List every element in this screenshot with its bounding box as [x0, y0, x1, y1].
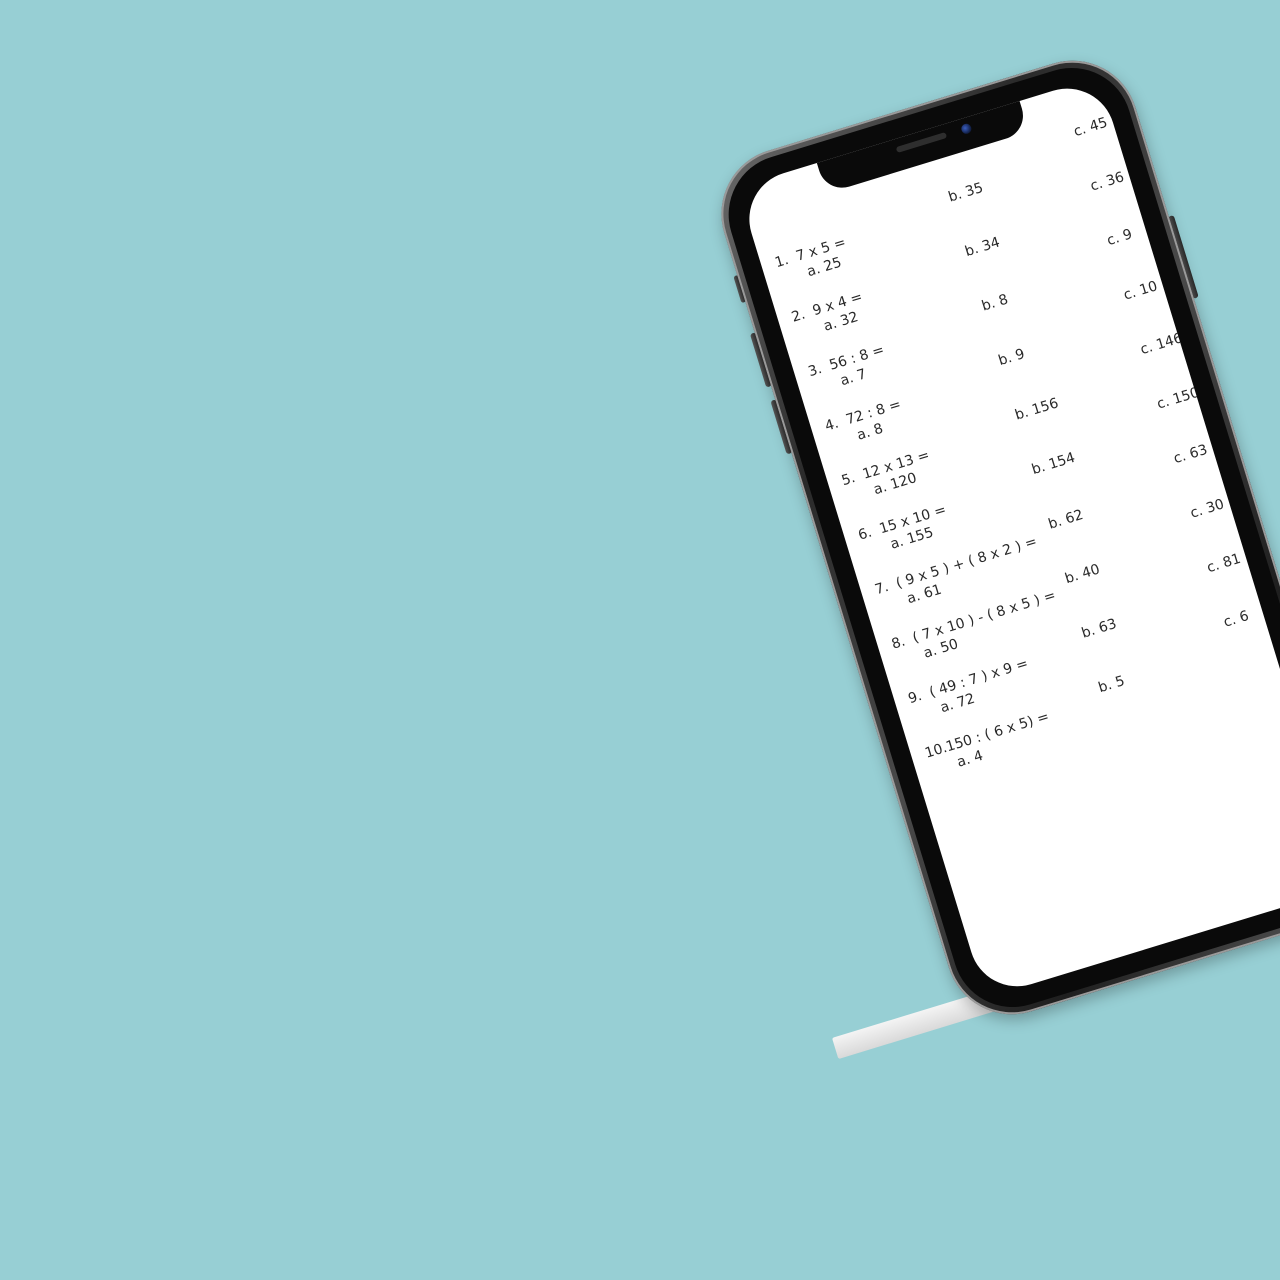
option-c: c. 45 — [1071, 114, 1110, 141]
speaker-icon — [895, 132, 948, 153]
question-number: 4. — [823, 415, 841, 435]
option-b: b. 35 — [946, 179, 986, 206]
question-number: 7. — [873, 578, 891, 599]
math-quiz: 1. 7 x 5 = a. 25 b. 35 c. 45 2. 9 x 4 = … — [771, 115, 1280, 795]
phone-screen: 1. 7 x 5 = a. 25 b. 35 c. 45 2. 9 x 4 = … — [737, 76, 1280, 999]
question-number: 1. — [773, 251, 791, 272]
question-number: 8. — [889, 633, 908, 653]
question-number: 6. — [856, 524, 874, 544]
phone-bezel: 1. 7 x 5 = a. 25 b. 35 c. 45 2. 9 x 4 = … — [713, 53, 1280, 1022]
phone-mockup: 1. 7 x 5 = a. 25 b. 35 c. 45 2. 9 x 4 = … — [705, 44, 1280, 1031]
phone-notch — [816, 99, 1029, 194]
question-number: 5. — [839, 469, 858, 490]
scene: 1. 7 x 5 = a. 25 b. 35 c. 45 2. 9 x 4 = … — [0, 0, 1280, 1280]
question-number: 2. — [789, 306, 808, 326]
question-number: 9. — [906, 688, 924, 708]
phone-frame: 1. 7 x 5 = a. 25 b. 35 c. 45 2. 9 x 4 = … — [705, 44, 1280, 1031]
question-number: 3. — [806, 360, 824, 381]
camera-icon — [960, 122, 973, 136]
